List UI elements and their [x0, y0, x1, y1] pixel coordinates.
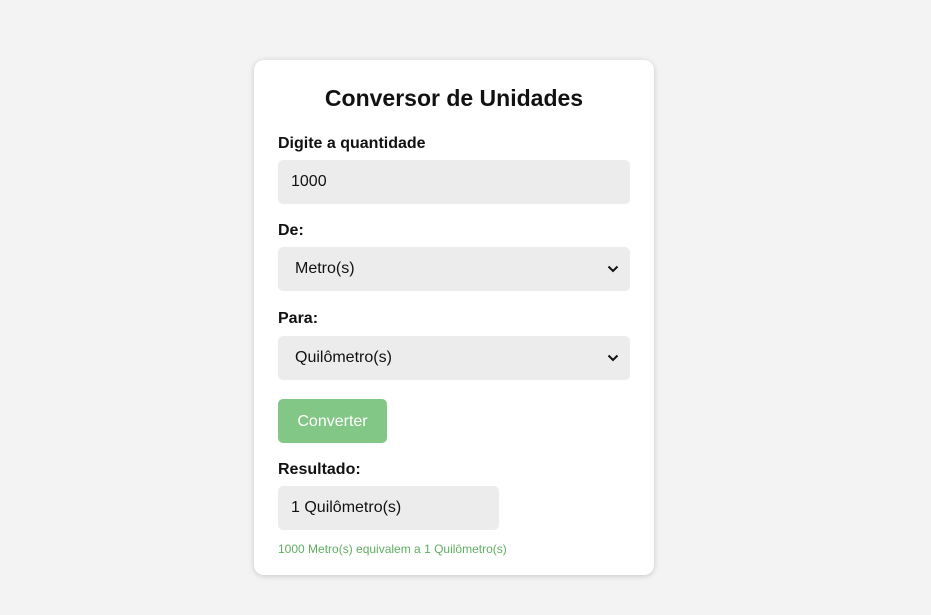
quantity-input[interactable]: 1000	[278, 160, 630, 204]
quantity-input-value: 1000	[291, 173, 327, 190]
result-value: 1 Quilômetro(s)	[278, 486, 499, 530]
converter-card: Conversor de Unidades Digite a quantidad…	[254, 60, 654, 575]
chevron-down-icon	[606, 262, 620, 276]
page-title: Conversor de Unidades	[324, 85, 584, 111]
to-unit-select[interactable]: Quilômetro(s)	[278, 336, 630, 380]
from-label: De:	[278, 222, 304, 239]
quantity-label: Digite a quantidade	[278, 135, 426, 152]
result-note: 1000 Metro(s) equivalem a 1 Quilômetro(s…	[278, 542, 507, 556]
from-unit-select[interactable]: Metro(s)	[278, 247, 630, 291]
result-label: Resultado:	[278, 461, 361, 478]
from-unit-selected: Metro(s)	[295, 260, 355, 277]
to-unit-selected: Quilômetro(s)	[295, 349, 392, 366]
to-label: Para:	[278, 310, 319, 327]
chevron-down-icon	[606, 351, 620, 365]
convert-button[interactable]: Converter	[278, 399, 387, 443]
